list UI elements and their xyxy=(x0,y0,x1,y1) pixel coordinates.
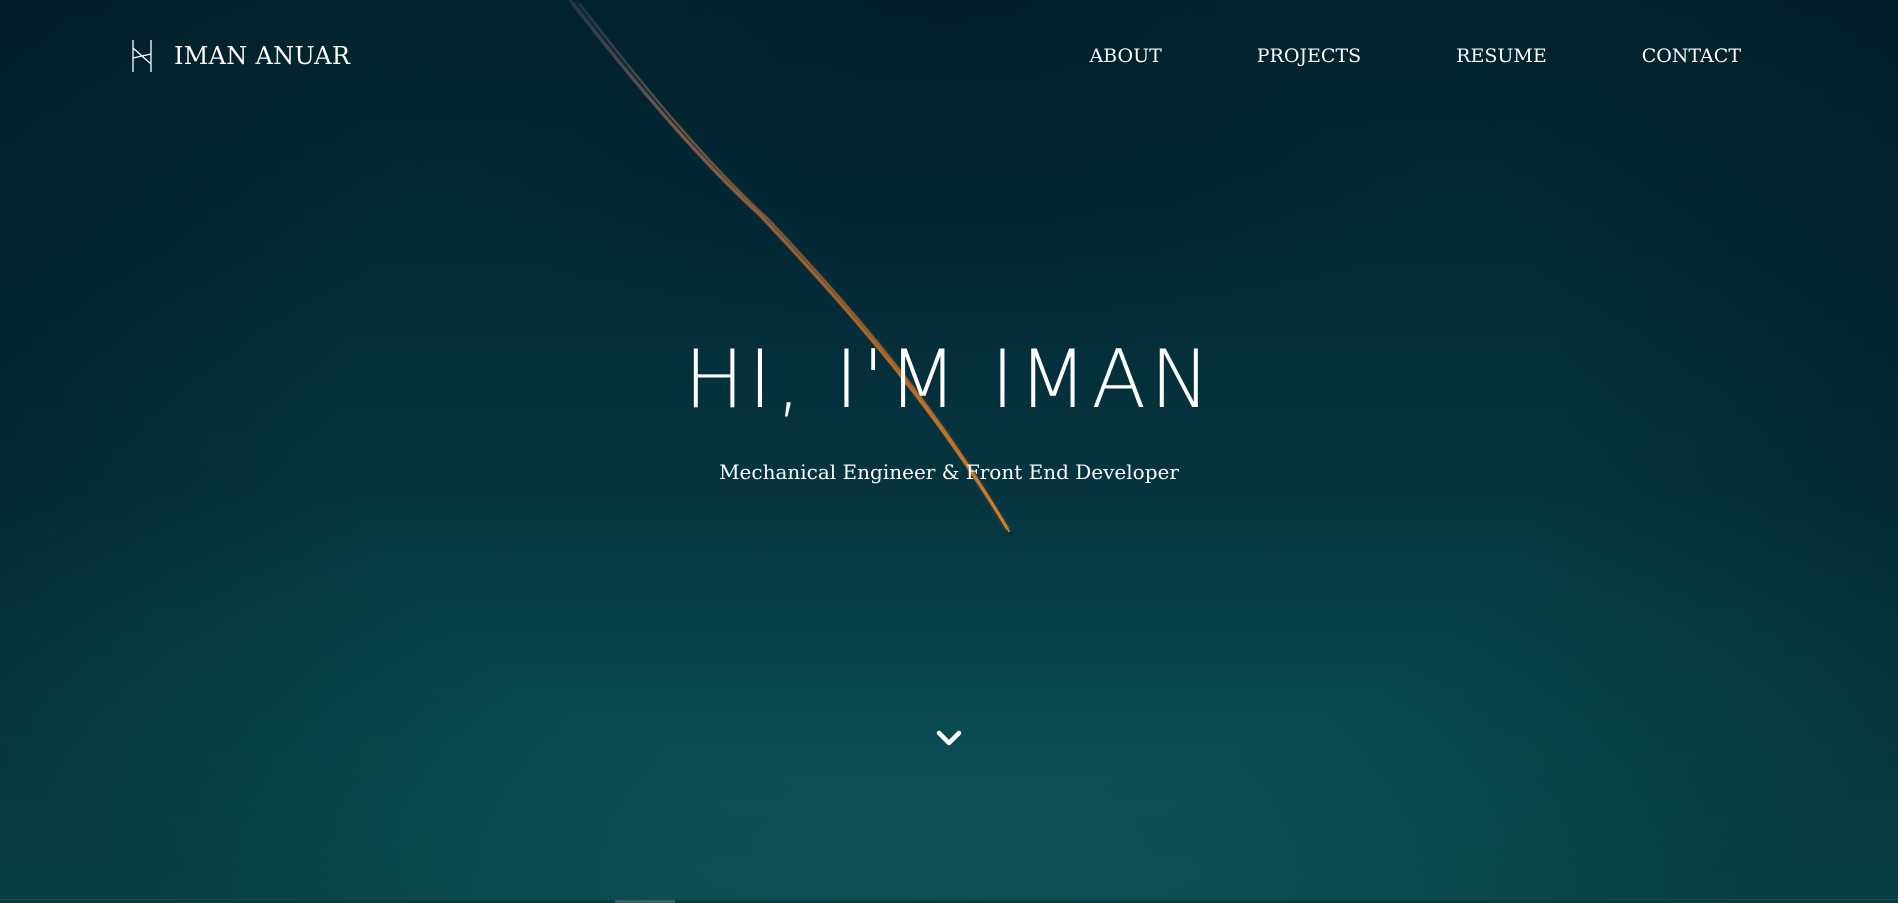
contrail-background-image xyxy=(568,0,1012,533)
nav-item-resume[interactable]: RESUME xyxy=(1456,44,1547,68)
nav-item-about[interactable]: ABOUT xyxy=(1089,44,1161,68)
nav-item-projects[interactable]: PROJECTS xyxy=(1257,44,1361,68)
hero-subtitle: Mechanical Engineer & Front End Develope… xyxy=(719,460,1179,484)
bottom-scrollbar-track[interactable] xyxy=(0,899,1898,903)
hero-section: IMAN ANUAR ABOUT PROJECTS RESUME CONTACT… xyxy=(0,0,1898,903)
hero-headline: HI, I'M IMAN xyxy=(684,333,1214,426)
nav-item-contact[interactable]: CONTACT xyxy=(1642,44,1741,68)
brand-home-link[interactable]: IMAN ANUAR xyxy=(130,38,350,74)
chevron-down-icon xyxy=(936,730,962,746)
brand-name: IMAN ANUAR xyxy=(174,42,351,70)
vignette-overlay xyxy=(0,0,1898,903)
scroll-down-button[interactable] xyxy=(934,726,964,750)
main-nav: ABOUT PROJECTS RESUME CONTACT xyxy=(1089,44,1741,68)
monogram-logo-icon xyxy=(132,40,152,72)
site-header: IMAN ANUAR ABOUT PROJECTS RESUME CONTACT xyxy=(0,0,1898,114)
